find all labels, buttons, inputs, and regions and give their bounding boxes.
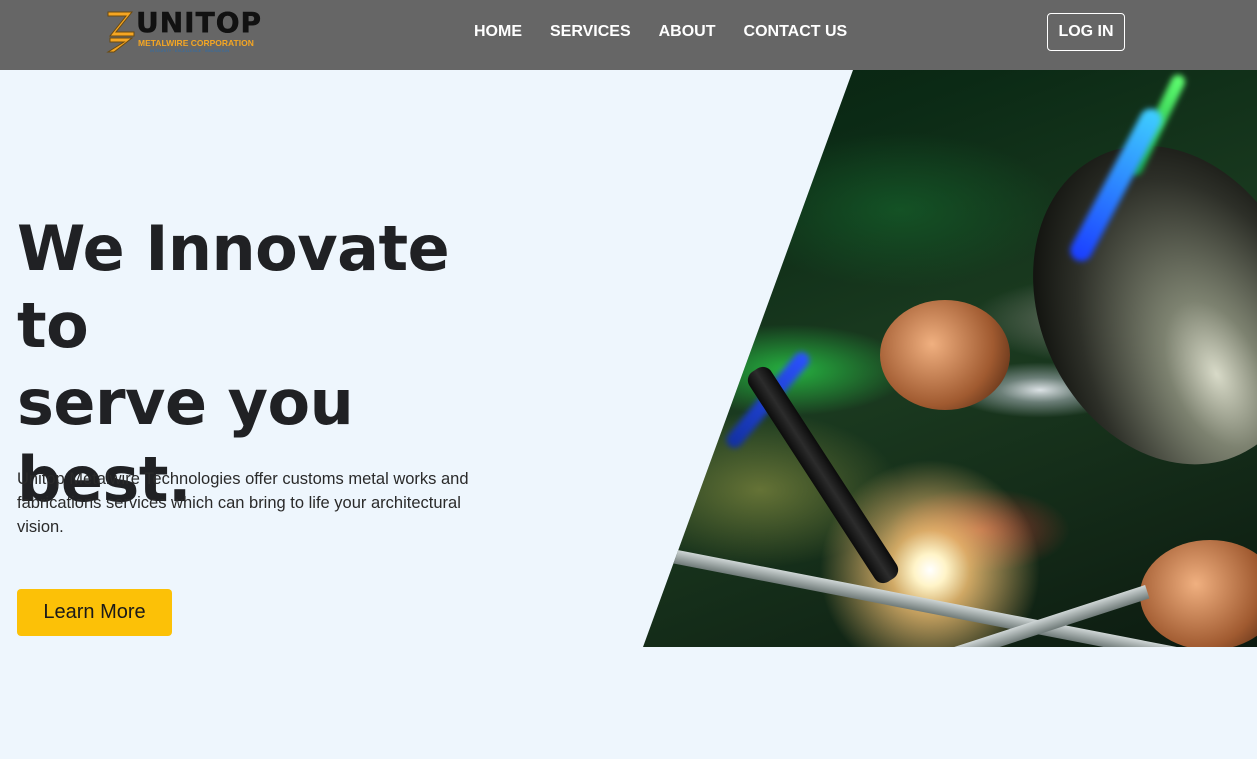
nav-home[interactable]: HOME xyxy=(474,23,522,41)
welder-hand xyxy=(1140,540,1257,647)
welding-torch xyxy=(744,363,902,587)
learn-more-button[interactable]: Learn More xyxy=(17,589,172,636)
brand-tagline: INTEGRITY · EXCELLENCE · INNOVATION xyxy=(150,48,230,53)
welder-hand xyxy=(880,300,1010,410)
hero-description: Unitop Metalwire Technologies offer cust… xyxy=(17,470,469,536)
hero-title-line: We Innovate to xyxy=(17,212,450,362)
main-nav: HOME SERVICES ABOUT CONTACT US xyxy=(460,0,861,64)
brand-subtitle: METALWIRE CORPORATION xyxy=(138,38,254,48)
nav-contact-us[interactable]: CONTACT US xyxy=(744,23,848,41)
login-button[interactable]: LOG IN xyxy=(1047,13,1125,51)
nav-about[interactable]: ABOUT xyxy=(659,23,716,41)
top-navbar: UNITOP METALWIRE CORPORATION INTEGRITY ·… xyxy=(0,0,1257,70)
brand-logo[interactable]: UNITOP METALWIRE CORPORATION INTEGRITY ·… xyxy=(104,6,264,56)
brand-name: UNITOP xyxy=(136,6,263,39)
hero-title-line: serve you xyxy=(17,366,354,439)
logo-mark-icon xyxy=(106,11,135,53)
nav-services[interactable]: SERVICES xyxy=(550,23,631,41)
metal-bar xyxy=(650,584,1150,647)
